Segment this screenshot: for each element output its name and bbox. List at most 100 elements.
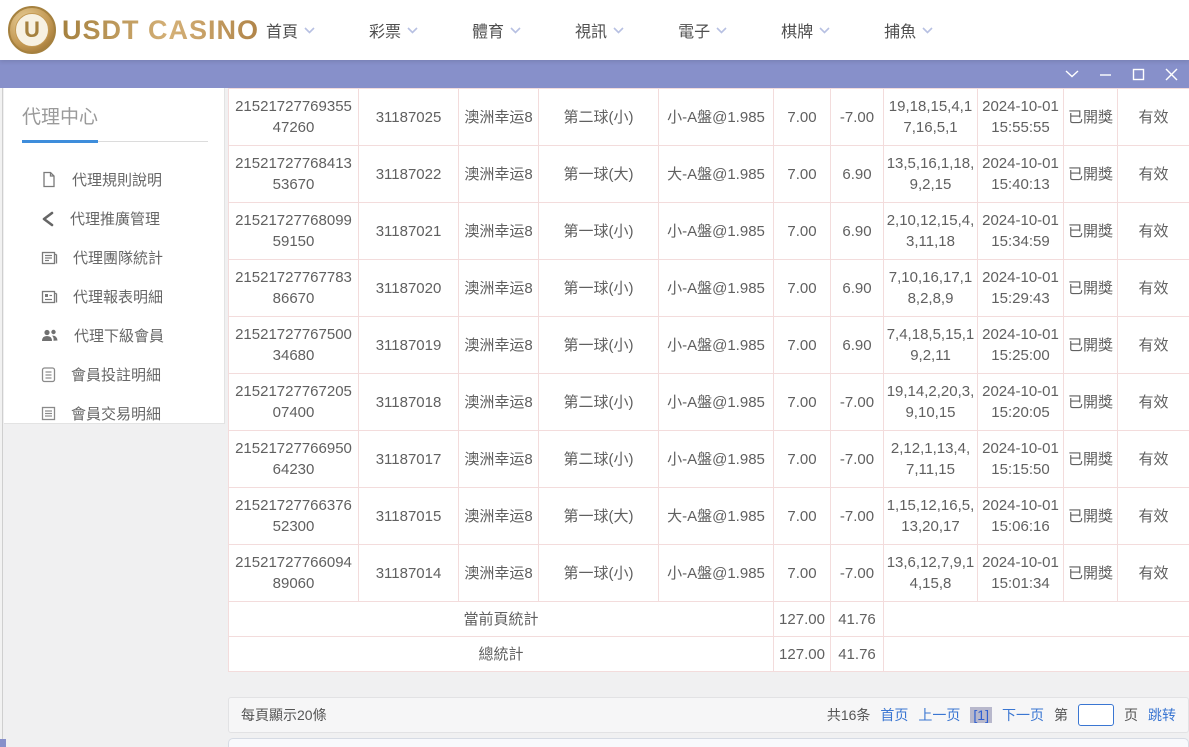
nav-item-cards[interactable]: 棋牌	[781, 18, 830, 42]
page-jump-input[interactable]	[1078, 704, 1114, 726]
nav-item-fishing[interactable]: 捕魚	[884, 18, 933, 42]
transaction-icon	[41, 406, 56, 421]
cell-amount: 7.00	[774, 146, 831, 203]
cell-bet_id: 2152172776750034680	[229, 317, 359, 374]
bets-table: 215217277693554726031187025澳洲幸运8第二球(小)小-…	[228, 88, 1189, 672]
cell-play: 第一球(小)	[539, 317, 659, 374]
nav-item-sports[interactable]: 體育	[472, 18, 521, 42]
cell-game: 澳洲幸运8	[459, 545, 539, 602]
cell-winloss: -7.00	[831, 431, 884, 488]
report-icon	[41, 289, 58, 305]
window-corner-accent	[0, 739, 6, 747]
nav-item-lottery[interactable]: 彩票	[369, 18, 418, 42]
sidebar-item-label: 代理報表明細	[73, 286, 163, 307]
chevron-down-icon[interactable]	[1064, 66, 1080, 82]
next-panel-edge	[228, 738, 1189, 747]
cell-period: 31187020	[359, 260, 459, 317]
jump-button[interactable]: 跳转	[1148, 705, 1176, 725]
cell-game: 澳洲幸运8	[459, 374, 539, 431]
cell-status: 已開獎	[1064, 89, 1118, 146]
cell-period: 31187019	[359, 317, 459, 374]
cell-content: 小-A盤@1.985	[659, 203, 774, 260]
cell-play: 第二球(小)	[539, 431, 659, 488]
cell-amount: 7.00	[774, 89, 831, 146]
sidebar-item-agent-sub-members[interactable]: 代理下級會員	[4, 316, 224, 355]
sidebar-item-member-bets[interactable]: 會員投註明細	[4, 355, 224, 394]
table-row: 215217277677838667031187020澳洲幸运8第一球(小)小-…	[229, 260, 1189, 317]
cell-result: 7,10,16,17,18,2,8,9	[884, 260, 978, 317]
chevron-down-icon	[819, 27, 830, 34]
cell-bet_id: 2152172776637652300	[229, 488, 359, 545]
cell-amount: 7.00	[774, 374, 831, 431]
nav-item-label: 視訊	[575, 18, 607, 42]
summary-label: 總統計	[229, 637, 774, 672]
sidebar-item-label: 代理下級會員	[74, 325, 164, 346]
share-icon	[41, 211, 55, 227]
table-rows: 215217277693554726031187025澳洲幸运8第二球(小)小-…	[229, 89, 1189, 602]
nav-item-label: 捕魚	[884, 18, 916, 42]
current-page-badge[interactable]: [1]	[970, 707, 992, 723]
nav-item-slots[interactable]: 電子	[678, 18, 727, 42]
cell-game: 澳洲幸运8	[459, 431, 539, 488]
window-title-bar	[0, 60, 1189, 88]
cell-time: 2024-10-01 15:55:55	[978, 89, 1064, 146]
cell-time: 2024-10-01 15:29:43	[978, 260, 1064, 317]
logo-letter: U	[15, 13, 49, 47]
cell-winloss: 6.90	[831, 317, 884, 374]
cell-period: 31187022	[359, 146, 459, 203]
cell-game: 澳洲幸运8	[459, 203, 539, 260]
sidebar-item-member-transactions[interactable]: 會員交易明細	[4, 394, 224, 433]
cell-amount: 7.00	[774, 545, 831, 602]
cell-valid: 有效	[1118, 545, 1189, 602]
first-page-link[interactable]: 首页	[880, 705, 908, 725]
cell-valid: 有效	[1118, 146, 1189, 203]
brand-name: USDT CASINO	[62, 15, 259, 46]
cell-status: 已開獎	[1064, 488, 1118, 545]
cell-result: 2,12,1,13,4,7,11,15	[884, 431, 978, 488]
cell-amount: 7.00	[774, 317, 831, 374]
pager: 共16条 首页 上一页 [1] 下一页 第 页 跳转	[827, 704, 1176, 726]
sidebar-title: 代理中心	[22, 102, 208, 129]
minimize-icon[interactable]	[1097, 66, 1113, 82]
cell-status: 已開獎	[1064, 545, 1118, 602]
cell-valid: 有效	[1118, 89, 1189, 146]
cell-winloss: -7.00	[831, 488, 884, 545]
sidebar-item-agent-team-stats[interactable]: 代理團隊統計	[4, 238, 224, 277]
next-page-link[interactable]: 下一页	[1002, 705, 1044, 725]
sidebar-item-agent-report[interactable]: 代理報表明細	[4, 277, 224, 316]
prev-page-link[interactable]: 上一页	[918, 705, 960, 725]
brand-logo[interactable]: U USDT CASINO	[8, 6, 259, 54]
cell-time: 2024-10-01 15:15:50	[978, 431, 1064, 488]
nav-item-label: 彩票	[369, 18, 401, 42]
cell-valid: 有效	[1118, 488, 1189, 545]
cell-winloss: -7.00	[831, 545, 884, 602]
summary-row-current-page: 當前頁統計 127.00 41.76	[229, 602, 1189, 637]
chevron-down-icon	[613, 27, 624, 34]
cell-period: 31187015	[359, 488, 459, 545]
cell-period: 31187025	[359, 89, 459, 146]
cell-result: 2,10,12,15,4,3,11,18	[884, 203, 978, 260]
sidebar-title-underline	[22, 140, 98, 143]
table-row: 215217277693554726031187025澳洲幸运8第二球(小)小-…	[229, 89, 1189, 146]
table-row: 215217277680995915031187021澳洲幸运8第一球(小)小-…	[229, 203, 1189, 260]
cell-bet_id: 2152172776841353670	[229, 146, 359, 203]
cell-bet_id: 2152172776809959150	[229, 203, 359, 260]
cell-time: 2024-10-01 15:34:59	[978, 203, 1064, 260]
window-left-frame	[0, 88, 3, 747]
document-icon	[41, 171, 57, 188]
cell-result: 13,5,16,1,18,9,2,15	[884, 146, 978, 203]
cell-status: 已開獎	[1064, 146, 1118, 203]
close-icon[interactable]	[1163, 66, 1179, 82]
cell-bet_id: 2152172776695064230	[229, 431, 359, 488]
sidebar-item-agent-promotion[interactable]: 代理推廣管理	[4, 199, 224, 238]
summary-winloss: 41.76	[831, 602, 884, 637]
sidebar-item-label: 代理推廣管理	[70, 208, 160, 229]
nav-item-live[interactable]: 視訊	[575, 18, 624, 42]
cell-game: 澳洲幸运8	[459, 260, 539, 317]
maximize-icon[interactable]	[1130, 66, 1146, 82]
cell-game: 澳洲幸运8	[459, 146, 539, 203]
sidebar-item-agent-rules[interactable]: 代理規則說明	[4, 160, 224, 199]
cell-amount: 7.00	[774, 431, 831, 488]
sidebar-menu: 代理規則說明 代理推廣管理 代理團隊統計 代理報表明細 代理下級會員 會員投註明…	[4, 160, 224, 433]
nav-item-home[interactable]: 首頁	[266, 18, 315, 42]
